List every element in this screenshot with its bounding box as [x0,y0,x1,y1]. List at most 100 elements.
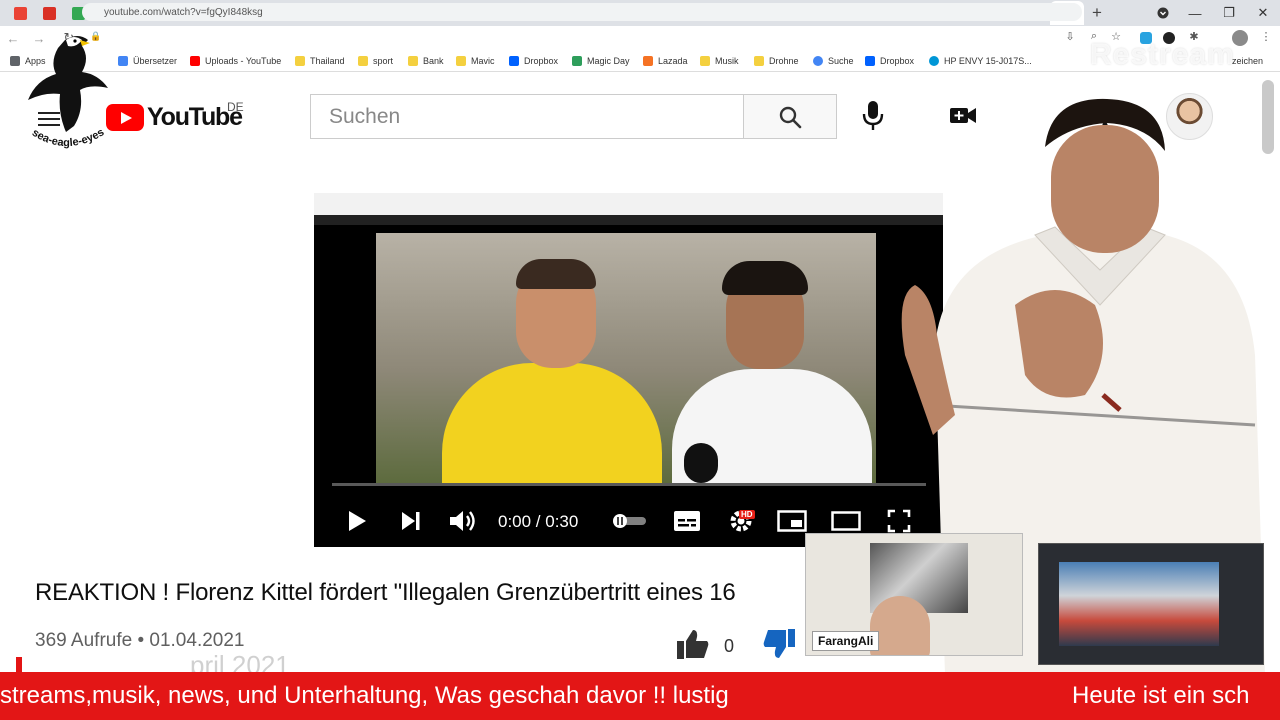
thumbs-up-icon [677,630,709,659]
folder-icon [456,56,466,66]
ticker-segment: Heute ist ein sch [1072,682,1250,709]
volume-button[interactable] [448,508,478,534]
bookmark-folder-drohne[interactable]: Drohne [754,54,799,68]
dropbox-icon [509,56,519,66]
bookmark-translator[interactable]: Übersetzer [118,54,177,68]
google-icon [813,56,823,66]
tab-search-icon[interactable] [1146,0,1180,26]
webcam-screen-share [1059,562,1219,646]
video-person-hair [722,261,808,295]
translate-icon [118,56,128,66]
bookmark-lazada[interactable]: Lazada [643,54,688,68]
hp-icon [929,56,939,66]
webcam-feed-guest [1038,543,1264,665]
rating-bar: 0 [676,628,796,665]
bookmark-dropbox[interactable]: Dropbox [509,54,558,68]
folder-icon [754,56,764,66]
bookmark-label: Übersetzer [133,56,178,66]
screen: I ✕ + — ❐ ✕ ← → ↻ 🔒 youtube.com/watch?v=… [0,0,1280,720]
video-meta: 369 Aufrufe • 01.04.2021 [35,630,245,651]
play-icon [349,511,366,531]
minimize-icon[interactable]: — [1178,0,1212,26]
bookmark-label: zeichen [1232,56,1264,66]
bookmark-magic-day[interactable]: Magic Day [572,54,630,68]
bookmark-other[interactable]: zeichen [1232,54,1263,68]
bookmark-folder-thailand[interactable]: Thailand [295,54,345,68]
bookmark-label: Bank [423,56,444,66]
new-tab-icon[interactable]: + [1084,3,1110,23]
embedded-youtube-bar [314,215,943,225]
like-count: 0 [724,636,735,656]
bookmark-hp-envy[interactable]: HP ENVY 15-J017S... [929,54,1032,68]
news-ticker: streams,musik, news, und Unterhaltung, W… [0,672,1280,720]
bookmark-label: Lazada [658,56,688,66]
search-button[interactable] [743,94,837,139]
time-display: 0:00 / 0:30 [498,512,579,531]
video-title: REAKTION ! Florenz Kittel fördert "Illeg… [35,579,736,606]
search-box [310,94,743,139]
bookmark-label: Thailand [310,56,345,66]
bookmark-label: Magic Day [587,56,630,66]
bookmark-label: Dropbox [880,56,915,66]
tab-gmail[interactable] [6,1,35,25]
red-marker [16,657,22,673]
miniplayer-button[interactable] [776,508,808,534]
tab-gmail[interactable] [35,1,64,25]
bookmark-dropbox[interactable]: Dropbox [865,54,914,68]
bookmark-label: Dropbox [524,56,559,66]
autoplay-toggle[interactable] [610,508,650,534]
progress-bar[interactable] [332,483,926,486]
bookmark-label: Drohne [769,56,799,66]
folder-icon [358,56,368,66]
bookmark-folder-musik[interactable]: Musik [700,54,739,68]
url-text[interactable]: youtube.com/watch?v=fgQyI848ksg [104,7,263,18]
search-icon [779,106,802,128]
microphone-prop [684,443,718,483]
video-person-hair [516,259,596,289]
youtube-icon [190,56,200,66]
webcam-name-label: FarangAli [812,631,880,651]
search-input[interactable] [311,95,743,138]
download-icon[interactable]: ⇩ [1062,30,1078,46]
like-button[interactable] [676,628,710,665]
bookmark-folder-mavic[interactable]: Mavic [456,54,495,68]
bookmark-folder-bank[interactable]: Bank [408,54,444,68]
menu-dots-icon[interactable]: ⋮ [1258,30,1274,46]
thumbs-down-icon [763,629,796,658]
next-button[interactable] [398,508,424,534]
bookmarks-bar: Apps Übersetzer Uploads - YouTube Thaila… [0,50,1280,72]
ticker-segment: streams,musik, news, und Unterhaltung, W… [0,682,729,709]
dropbox-icon [865,56,875,66]
folder-icon [295,56,305,66]
lazada-icon [643,56,653,66]
region-label: DE [227,100,244,114]
hd-badge: HD [739,510,755,519]
embedded-browser-screenshot [314,193,943,215]
theater-mode-icon [831,511,861,531]
video-person-yellow-shirt [442,363,662,483]
volume-icon [450,511,475,531]
folder-icon [700,56,710,66]
bookmark-label: HP ENVY 15-J017S... [944,56,1032,66]
video-player[interactable]: 0:00 / 0:30 [314,193,943,547]
folder-icon [408,56,418,66]
close-window-icon[interactable]: ✕ [1246,0,1280,26]
restream-watermark: Restream [1090,38,1235,71]
dislike-button[interactable] [762,628,796,665]
bookmark-label: Musik [715,56,739,66]
bookmark-label: Uploads - YouTube [205,56,282,66]
subtitles-button[interactable] [672,508,702,534]
youtube-logo[interactable]: YouTube [106,103,243,132]
subtitles-icon [674,511,700,531]
bookmark-label: sport [373,56,394,66]
bookmark-label: Mavic [471,56,495,66]
play-button[interactable] [344,508,370,534]
star-icon [572,56,582,66]
bookmark-suche[interactable]: Suche [813,54,854,68]
restore-icon[interactable]: ❐ [1212,0,1246,26]
theater-mode-button[interactable] [830,508,862,534]
miniplayer-icon [777,510,807,532]
bookmark-folder-sport[interactable]: sport [358,54,393,68]
bookmark-label: Suche [828,56,854,66]
bookmark-uploads-youtube[interactable]: Uploads - YouTube [190,54,281,68]
